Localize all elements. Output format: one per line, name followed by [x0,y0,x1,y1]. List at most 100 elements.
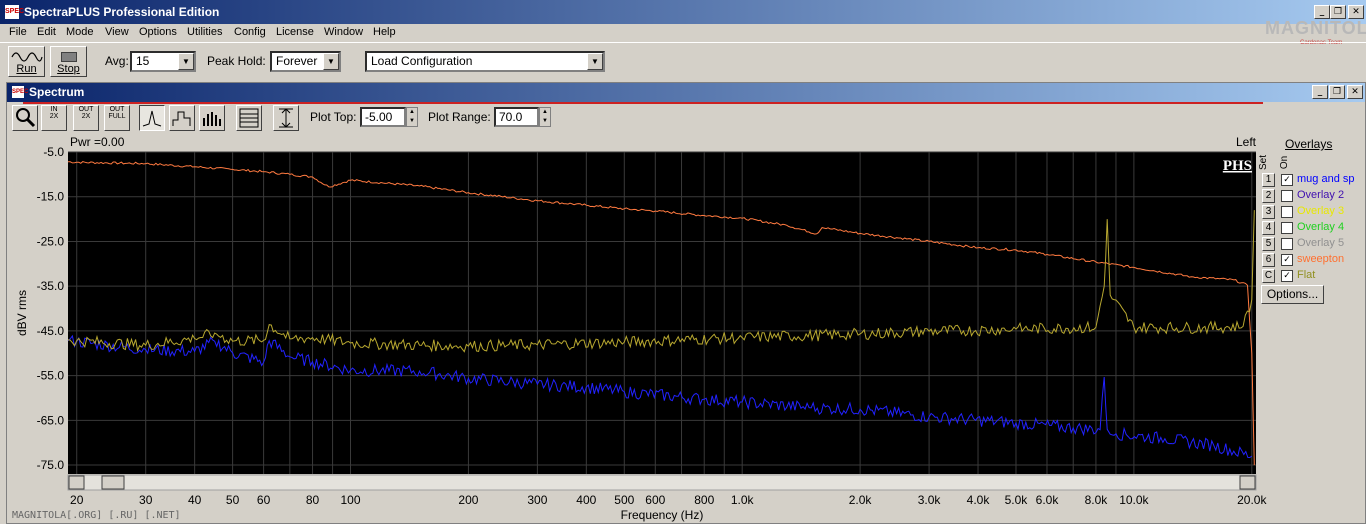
zoom-in-2x-button[interactable]: IN 2X [41,105,67,131]
peak-hold-label: Peak Hold: [207,54,266,68]
x-tick-label: 50 [226,493,240,507]
overlay-row: 5 Overlay 5 [1258,237,1366,252]
plot-top-spinner[interactable]: ▲ ▼ [406,107,418,127]
overlay-row: C ✓ Flat [1258,269,1366,284]
peak-hold-select[interactable]: Forever ▼ [270,51,341,72]
zoom-in-icon: IN 2X [49,106,59,120]
x-tick-label: 500 [614,493,634,507]
app-title: SpectraPLUS Professional Edition [24,5,220,19]
menu-file[interactable]: File [9,26,27,38]
scroll-thumb[interactable] [101,475,125,490]
chevron-down-icon[interactable]: ▼ [587,53,603,70]
overlay-checkbox[interactable]: ✓ [1281,254,1293,266]
stop-icon [61,52,77,62]
plot-top-label: Plot Top: [310,110,357,124]
overlay-name: Overlay 4 [1297,221,1345,233]
overlay-set-button[interactable]: 2 [1262,189,1275,203]
overlay-name: Overlay 3 [1297,205,1345,217]
menu-mode[interactable]: Mode [66,26,94,38]
chevron-down-icon[interactable]: ▼ [323,53,339,70]
menu-help[interactable]: Help [373,26,396,38]
y-tick-label: -65.0 [37,413,65,427]
overlay-row: 3 Overlay 3 [1258,205,1366,220]
app-title-bar: SPEC SpectraPLUS Professional Edition _ … [0,0,1366,24]
set-column-label: Set [1258,154,1270,171]
peak-hold-value: Forever [276,54,318,68]
y-axis-label: dBV rms [15,290,29,336]
plot-range-spinner[interactable]: ▲ ▼ [539,107,551,127]
app-icon[interactable]: SPEC [4,4,24,20]
zoom-out-2x-button[interactable]: OUT 2X [73,105,99,131]
properties-button[interactable] [236,105,262,131]
vertical-scale-icon [279,108,293,128]
title-divider [23,102,1263,104]
y-tick-label: -5.0 [43,145,64,159]
overlay-checkbox[interactable]: ✓ [1281,270,1293,282]
menu-window[interactable]: Window [324,26,363,38]
overlay-name: mug and sp [1297,173,1355,185]
spectrum-plot[interactable]: -5.0 -15.0 -25.0 -35.0 -45.0 -55.0 -65.0 -75.0 2… [0,130,1366,524]
brand-logo: PHS [1223,158,1252,174]
minimize-icon[interactable]: _ [1312,85,1328,99]
overlays-title: Overlays [1285,137,1333,151]
zoom-button[interactable] [12,105,38,131]
close-icon[interactable]: ✕ [1347,85,1363,99]
line-plot-button[interactable] [139,105,165,131]
overlay-name: sweepton [1297,253,1345,265]
overlay-checkbox[interactable] [1281,206,1293,218]
configuration-select[interactable]: Load Configuration ▼ [365,51,605,72]
x-tick-label: 40 [188,493,202,507]
overlay-set-button[interactable]: 1 [1262,173,1275,187]
stop-button[interactable]: Stop [50,46,87,77]
x-tick-label: 20 [70,493,84,507]
bar-plot-button[interactable] [169,105,195,131]
overlay-set-button[interactable]: 6 [1262,253,1275,267]
avg-select[interactable]: 15 ▼ [130,51,196,72]
x-tick-label: 600 [645,493,665,507]
overlay-set-button[interactable]: 3 [1262,205,1275,219]
x-tick-label: 4.0k [967,493,991,507]
y-tick-label: -25.0 [37,234,65,248]
plot-range-label: Plot Range: [428,110,491,124]
menu-options[interactable]: Options [139,26,177,38]
menu-config[interactable]: Config [234,26,266,38]
overlay-set-button[interactable]: C [1262,269,1275,283]
x-tick-label: 20.0k [1237,493,1267,507]
restore-icon[interactable]: ❐ [1330,5,1346,19]
y-tick-label: -75.0 [37,458,65,472]
y-tick-label: -55.0 [37,369,65,383]
horizontal-scrollbar[interactable] [67,474,1257,491]
octave-plot-button[interactable] [199,105,225,131]
overlay-checkbox[interactable] [1281,222,1293,234]
main-toolbar: Run Stop Avg: 15 ▼ Peak Hold: Forever ▼ … [0,42,1366,78]
overlay-row: 2 Overlay 2 [1258,189,1366,204]
overlay-set-button[interactable]: 5 [1262,237,1275,251]
spectrum-title: Spectrum [29,85,85,99]
overlay-checkbox[interactable] [1281,190,1293,202]
overlay-options-button[interactable]: Options... [1261,285,1324,304]
overlay-checkbox[interactable]: ✓ [1281,174,1293,186]
x-tick-label: 8.0k [1085,493,1109,507]
overlay-set-button[interactable]: 4 [1262,221,1275,235]
restore-icon[interactable]: ❐ [1329,85,1345,99]
menu-view[interactable]: View [105,26,129,38]
y-tick-label: -35.0 [37,279,65,293]
scroll-right-button[interactable] [1239,475,1256,490]
chevron-down-icon[interactable]: ▼ [178,53,194,70]
plot-range-input[interactable]: 70.0 [494,107,539,127]
power-readout: Pwr =0.00 [70,135,125,149]
spectrum-window-icon[interactable]: SPEC [11,85,28,99]
overlay-checkbox[interactable] [1281,238,1293,250]
menu-license[interactable]: License [276,26,314,38]
minimize-icon[interactable]: _ [1314,5,1330,19]
run-button[interactable]: Run [8,46,45,77]
autoscale-button[interactable] [273,105,299,131]
close-icon[interactable]: ✕ [1348,5,1364,19]
zoom-out-full-button[interactable]: OUT FULL [104,105,130,131]
plot-top-input[interactable]: -5.00 [360,107,406,127]
menu-edit[interactable]: Edit [37,26,56,38]
x-tick-label: 100 [340,493,360,507]
menu-utilities[interactable]: Utilities [187,26,222,38]
scroll-left-button[interactable] [68,475,85,490]
x-tick-label: 5.0k [1005,493,1029,507]
